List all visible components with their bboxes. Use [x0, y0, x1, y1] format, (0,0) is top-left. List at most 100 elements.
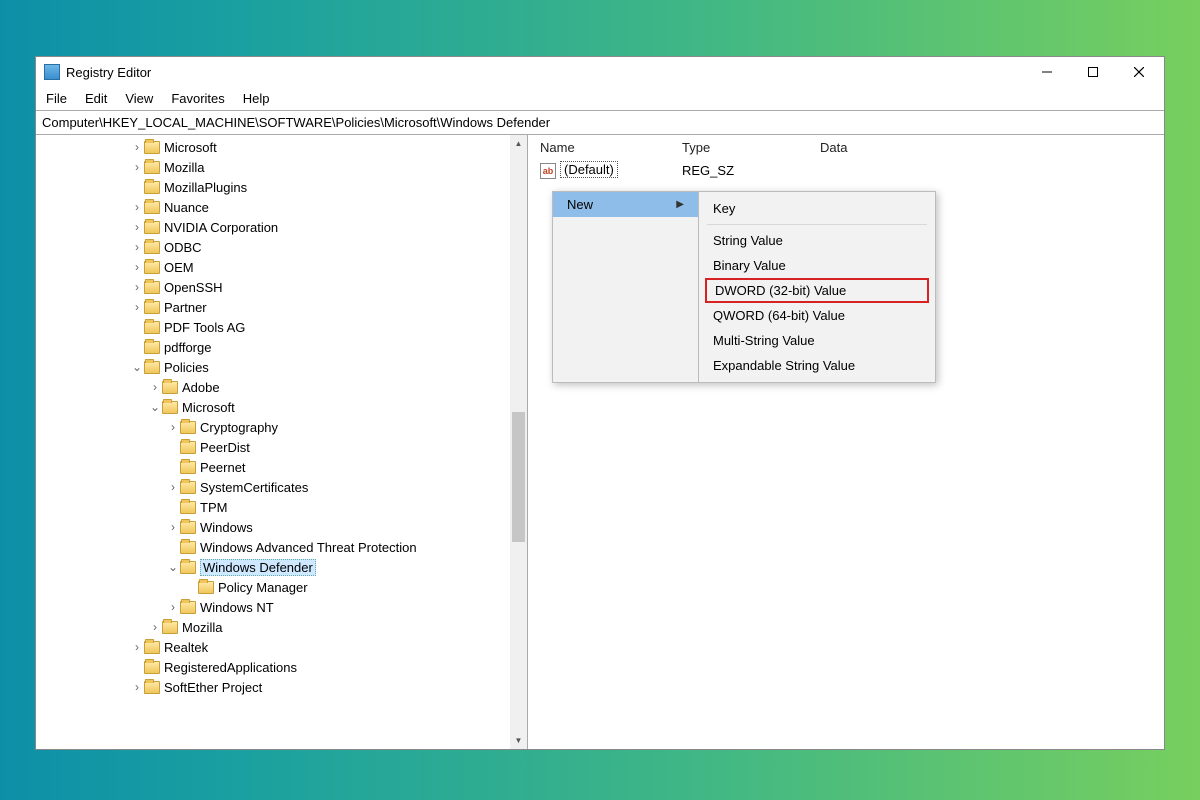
address-bar[interactable]: Computer\HKEY_LOCAL_MACHINE\SOFTWARE\Pol…	[36, 110, 1164, 135]
tree-node[interactable]: › Realtek	[36, 637, 527, 657]
scroll-thumb[interactable]	[512, 412, 525, 542]
folder-icon	[144, 281, 160, 294]
context-menu-item[interactable]: Expandable String Value	[699, 353, 935, 378]
tree-node[interactable]: ›OpenSSH	[36, 277, 527, 297]
titlebar[interactable]: Registry Editor	[36, 57, 1164, 87]
tree-node-label: NVIDIA Corporation	[164, 220, 278, 235]
expand-icon[interactable]: ›	[148, 381, 162, 393]
context-menu-item-label: DWORD (32-bit) Value	[715, 283, 846, 298]
tree-node-label: Nuance	[164, 200, 209, 215]
maximize-button[interactable]	[1070, 57, 1116, 87]
expand-icon[interactable]: ›	[130, 141, 144, 153]
expand-icon[interactable]: ›	[148, 621, 162, 633]
context-menu-item[interactable]: String Value	[699, 228, 935, 253]
tree-node[interactable]: ⌄ Windows Defender	[36, 557, 527, 577]
context-menu-item[interactable]: QWORD (64-bit) Value	[699, 303, 935, 328]
expand-icon[interactable]: ›	[130, 301, 144, 313]
folder-icon	[144, 241, 160, 254]
value-row[interactable]: ab(Default)REG_SZ	[534, 159, 1164, 181]
tree-node-label: RegisteredApplications	[164, 660, 297, 675]
tree-node[interactable]: ›Partner	[36, 297, 527, 317]
tree-node[interactable]: › NVIDIA Corporation	[36, 217, 527, 237]
expand-icon[interactable]: ›	[166, 601, 180, 613]
column-headers[interactable]: Name Type Data	[534, 135, 1164, 159]
context-menu-item-label: Multi-String Value	[713, 333, 815, 348]
tree-node[interactable]: PeerDist	[36, 437, 527, 457]
context-menu-item-label: Binary Value	[713, 258, 786, 273]
tree-node[interactable]: PDF Tools AG	[36, 317, 527, 337]
tree-node[interactable]: Peernet	[36, 457, 527, 477]
column-name[interactable]: Name	[534, 137, 676, 158]
tree-node[interactable]: MozillaPlugins	[36, 177, 527, 197]
tree-node[interactable]: RegisteredApplications	[36, 657, 527, 677]
collapse-icon[interactable]: ⌄	[166, 561, 180, 573]
folder-icon	[180, 521, 196, 534]
tree-node[interactable]: pdfforge	[36, 337, 527, 357]
registry-tree[interactable]: ›Microsoft›MozillaMozillaPlugins›Nuance›…	[36, 135, 527, 699]
context-menu: New ▶ Key String Value Binary Value DWORD (…	[552, 191, 936, 383]
context-menu-item[interactable]: Multi-String Value	[699, 328, 935, 353]
tree-node[interactable]: Policy Manager	[36, 577, 527, 597]
tree-node[interactable]: ⌄Policies	[36, 357, 527, 377]
tree-node[interactable]: ›Mozilla	[36, 157, 527, 177]
menu-favorites[interactable]: Favorites	[171, 91, 224, 106]
context-menu-item[interactable]: DWORD (32-bit) Value	[705, 278, 929, 303]
expand-icon[interactable]: ›	[130, 261, 144, 273]
expand-icon[interactable]: ›	[130, 221, 144, 233]
tree-node-label: Windows Defender	[200, 559, 316, 576]
close-button[interactable]	[1116, 57, 1162, 87]
tree-node[interactable]: ›Mozilla	[36, 617, 527, 637]
collapse-icon[interactable]: ⌄	[148, 401, 162, 413]
menu-view[interactable]: View	[125, 91, 153, 106]
tree-node-label: PeerDist	[200, 440, 250, 455]
menu-file[interactable]: File	[46, 91, 67, 106]
folder-icon	[180, 601, 196, 614]
menu-separator	[707, 224, 927, 225]
menu-edit[interactable]: Edit	[85, 91, 107, 106]
tree-node[interactable]: ›Adobe	[36, 377, 527, 397]
minimize-button[interactable]	[1024, 57, 1070, 87]
tree-node[interactable]: ›OEM	[36, 257, 527, 277]
collapse-icon[interactable]: ⌄	[130, 361, 144, 373]
expand-icon[interactable]: ›	[130, 161, 144, 173]
folder-icon	[180, 461, 196, 474]
expand-icon[interactable]: ›	[166, 421, 180, 433]
expand-icon[interactable]: ›	[166, 481, 180, 493]
folder-icon	[144, 361, 160, 374]
value-type: REG_SZ	[676, 160, 814, 181]
registry-editor-window: Registry Editor File Edit View Favorites…	[35, 56, 1165, 750]
tree-node-label: Realtek	[164, 640, 208, 655]
scroll-track[interactable]	[510, 152, 527, 732]
tree-node[interactable]: ›Windows	[36, 517, 527, 537]
context-menu-item[interactable]: Binary Value	[699, 253, 935, 278]
expand-icon[interactable]: ›	[166, 521, 180, 533]
context-menu-new[interactable]: New ▶	[553, 192, 698, 217]
expand-icon[interactable]: ›	[130, 681, 144, 693]
menu-help[interactable]: Help	[243, 91, 270, 106]
tree-node[interactable]: ›Windows NT	[36, 597, 527, 617]
value-name: (Default)	[560, 161, 618, 178]
tree-node[interactable]: ›SystemCertificates	[36, 477, 527, 497]
tree-node[interactable]: ›Cryptography	[36, 417, 527, 437]
column-data[interactable]: Data	[814, 137, 1164, 158]
expand-icon[interactable]: ›	[130, 201, 144, 213]
tree-node[interactable]: ›SoftEther Project	[36, 677, 527, 697]
tree-node[interactable]: ⌄Microsoft	[36, 397, 527, 417]
scroll-down-button[interactable]	[510, 732, 527, 749]
tree-node[interactable]: TPM	[36, 497, 527, 517]
values-pane[interactable]: Name Type Data ab(Default)REG_SZ New ▶ K…	[528, 135, 1164, 749]
tree-node[interactable]: › Nuance	[36, 197, 527, 217]
vertical-scrollbar[interactable]	[510, 135, 527, 749]
expand-icon[interactable]: ›	[130, 281, 144, 293]
new-submenu: Key String Value Binary Value DWORD (32-bit…	[698, 191, 936, 383]
scroll-up-button[interactable]	[510, 135, 527, 152]
tree-node[interactable]: Windows Advanced Threat Protection	[36, 537, 527, 557]
column-type[interactable]: Type	[676, 137, 814, 158]
expand-icon[interactable]: ›	[130, 241, 144, 253]
expand-icon[interactable]: ›	[130, 641, 144, 653]
tree-node-label: Peernet	[200, 460, 246, 475]
tree-node[interactable]: ›Microsoft	[36, 137, 527, 157]
context-menu-item-label: Expandable String Value	[713, 358, 855, 373]
tree-node[interactable]: ›ODBC	[36, 237, 527, 257]
context-menu-item[interactable]: Key	[699, 196, 935, 221]
